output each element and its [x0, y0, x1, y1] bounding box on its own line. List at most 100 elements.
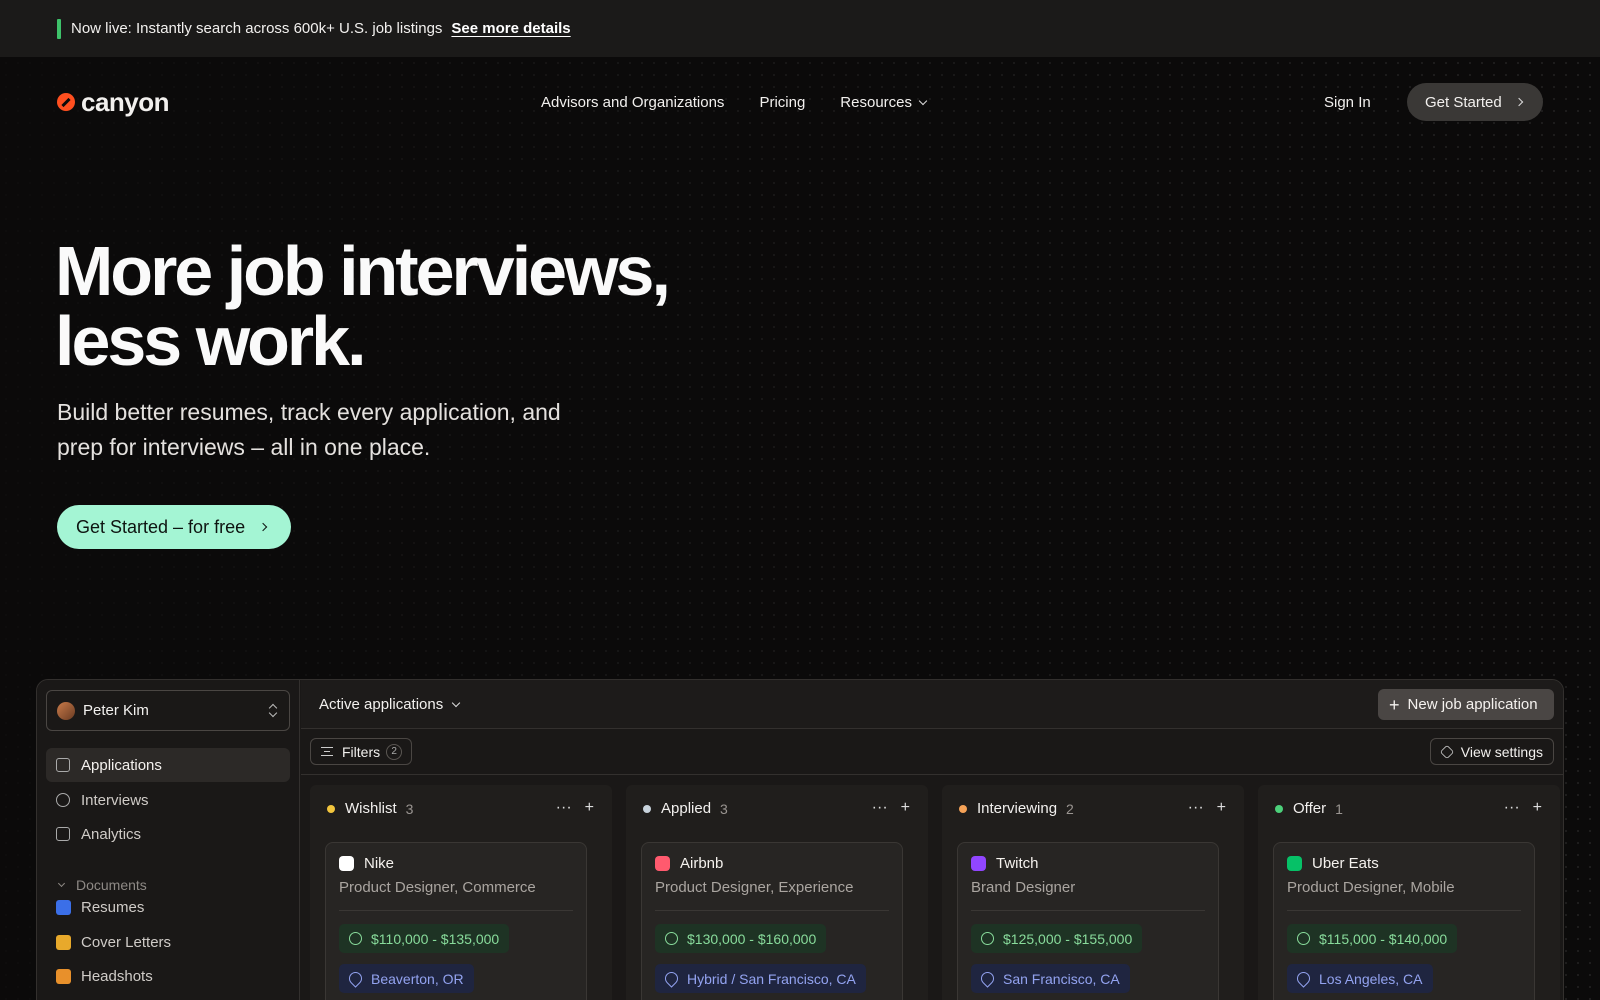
- announcement-accent: [57, 18, 61, 39]
- sidebar-item-headshots[interactable]: Headshots: [46, 959, 290, 993]
- hero-title-line-2: less work.: [55, 302, 367, 380]
- job-role: Product Designer, Mobile: [1287, 879, 1455, 896]
- sidebar-item-label: Cover Letters: [81, 933, 172, 951]
- brand-name: canyon: [81, 86, 170, 117]
- location-badge: San Francisco, CA: [971, 964, 1130, 993]
- more-icon[interactable]: ···: [556, 799, 572, 817]
- mail-icon: [56, 934, 71, 950]
- filter-bar: Filters 2 View settings: [301, 729, 1563, 775]
- more-icon[interactable]: ···: [1504, 799, 1520, 817]
- location-pin-icon: [662, 969, 681, 988]
- view-selector[interactable]: Active applications: [319, 695, 461, 713]
- chevron-down-icon: [451, 698, 461, 707]
- settings-icon: [1439, 744, 1454, 759]
- location-badge: Hybrid / San Francisco, CA: [655, 964, 866, 993]
- column-header: Interviewing 2: [959, 800, 1074, 817]
- column-count: 1: [1335, 800, 1343, 817]
- star-icon: [56, 968, 71, 984]
- nav-link-pricing[interactable]: Pricing: [759, 94, 805, 111]
- plus-icon[interactable]: +: [1533, 799, 1542, 817]
- location-pin-icon: [346, 969, 365, 988]
- column-title: Interviewing: [977, 800, 1058, 817]
- company-logo-icon: [971, 856, 986, 871]
- announcement-link[interactable]: See more details: [451, 20, 570, 37]
- salary-text: $110,000 - $135,000: [371, 930, 500, 947]
- get-started-label: Get Started: [1425, 93, 1502, 111]
- app-main: Active applications + New job applicatio…: [301, 680, 1563, 1000]
- company-name: Nike: [364, 855, 395, 872]
- sign-in-link[interactable]: Sign In: [1324, 94, 1371, 111]
- job-card[interactable]: Airbnb Product Designer, Experience $130,0…: [641, 842, 903, 1000]
- filters-button[interactable]: Filters 2: [310, 738, 413, 765]
- more-icon[interactable]: ···: [872, 799, 888, 817]
- sidebar-item-applications[interactable]: Applications: [46, 748, 290, 782]
- job-card[interactable]: Uber Eats Product Designer, Mobile $115,00…: [1273, 842, 1535, 1000]
- chat-icon: [56, 793, 70, 807]
- card-divider: [339, 910, 573, 911]
- nav-link-resources[interactable]: Resources: [840, 93, 928, 111]
- card-divider: [1287, 910, 1521, 911]
- dollar-icon: [981, 932, 994, 945]
- location-badge: Beaverton, OR: [339, 964, 474, 993]
- chevron-down-icon: [57, 879, 66, 887]
- hero-get-started-button[interactable]: Get Started – for free: [57, 505, 291, 549]
- job-card[interactable]: Nike Product Designer, Commerce $110,000 -…: [325, 842, 587, 1000]
- sidebar-item-label: Resumes: [81, 898, 145, 916]
- chevron-right-icon: [258, 522, 268, 532]
- hero-subtitle-line-2: prep for interviews – all in one place.: [57, 434, 431, 460]
- user-name: Peter Kim: [83, 702, 149, 719]
- kanban-column-wishlist: Wishlist 3 ··· + Nike Product Designer, Comme…: [310, 785, 612, 1000]
- column-actions: ··· +: [1504, 799, 1542, 817]
- sidebar-item-interviews[interactable]: Interviews: [46, 783, 290, 817]
- new-job-application-button[interactable]: + New job application: [1378, 689, 1554, 720]
- column-count: 3: [405, 800, 414, 817]
- get-started-button[interactable]: Get Started: [1407, 83, 1543, 121]
- plus-icon[interactable]: +: [585, 799, 594, 817]
- hero-subtitle-line-1: Build better resumes, track every applic…: [57, 399, 561, 425]
- filters-label: Filters: [342, 743, 381, 760]
- view-header: Active applications + New job applicatio…: [301, 680, 1563, 729]
- nav-link-advisors[interactable]: Advisors and Organizations: [541, 94, 724, 111]
- chevron-down-icon: [918, 96, 928, 105]
- user-switcher[interactable]: Peter Kim: [46, 690, 290, 731]
- job-card[interactable]: Twitch Brand Designer $125,000 - $155,000 S…: [957, 842, 1219, 1000]
- salary-badge: $110,000 - $135,000: [339, 924, 510, 953]
- column-header: Offer 1: [1275, 800, 1343, 817]
- bar-chart-icon: [56, 827, 70, 841]
- chevron-right-icon: [1514, 97, 1523, 107]
- company-name: Twitch: [996, 855, 1039, 872]
- brand-logo[interactable]: canyon: [57, 86, 170, 118]
- sidebar-item-resumes[interactable]: Resumes: [46, 890, 290, 924]
- card-divider: [655, 910, 889, 911]
- announcement-text: Now live: Instantly search across 600k+ …: [71, 20, 443, 37]
- sidebar-item-cover-letters[interactable]: Cover Letters: [46, 925, 290, 959]
- salary-text: $115,000 - $140,000: [1319, 930, 1448, 947]
- status-dot: [959, 804, 967, 813]
- column-title: Wishlist: [345, 800, 397, 817]
- status-dot: [1275, 804, 1283, 813]
- plus-icon[interactable]: +: [1217, 799, 1226, 817]
- top-nav: canyon Advisors and Organizations Pricin…: [57, 82, 1543, 122]
- kanban-column-interviewing: Interviewing 2 ··· + Twitch Brand Designer $12…: [942, 785, 1244, 1000]
- sidebar-item-analytics[interactable]: Analytics: [46, 817, 290, 851]
- plus-icon[interactable]: +: [901, 799, 910, 817]
- more-icon[interactable]: ···: [1188, 799, 1204, 817]
- view-title: Active applications: [319, 695, 444, 713]
- hero-title-line-1: More job interviews,: [55, 232, 671, 310]
- column-actions: ··· +: [556, 799, 594, 817]
- view-settings-button[interactable]: View settings: [1429, 738, 1554, 765]
- column-title: Applied: [661, 800, 712, 817]
- announcement-bar: Now live: Instantly search across 600k+ …: [0, 0, 1600, 57]
- filter-icon: [321, 747, 333, 756]
- company: Nike: [339, 855, 394, 872]
- company-name: Uber Eats: [1312, 855, 1379, 872]
- salary-badge: $130,000 - $160,000: [655, 924, 827, 953]
- nav-link-resources-label: Resources: [840, 93, 912, 111]
- column-count: 3: [720, 800, 728, 817]
- sidebar-item-label: Headshots: [81, 967, 153, 985]
- hero-title: More job interviews, less work.: [55, 236, 671, 376]
- salary-text: $125,000 - $155,000: [1003, 930, 1133, 947]
- chevron-up-down-icon: [269, 703, 277, 717]
- filters-count-badge: 2: [386, 743, 403, 760]
- location-pin-icon: [978, 969, 997, 988]
